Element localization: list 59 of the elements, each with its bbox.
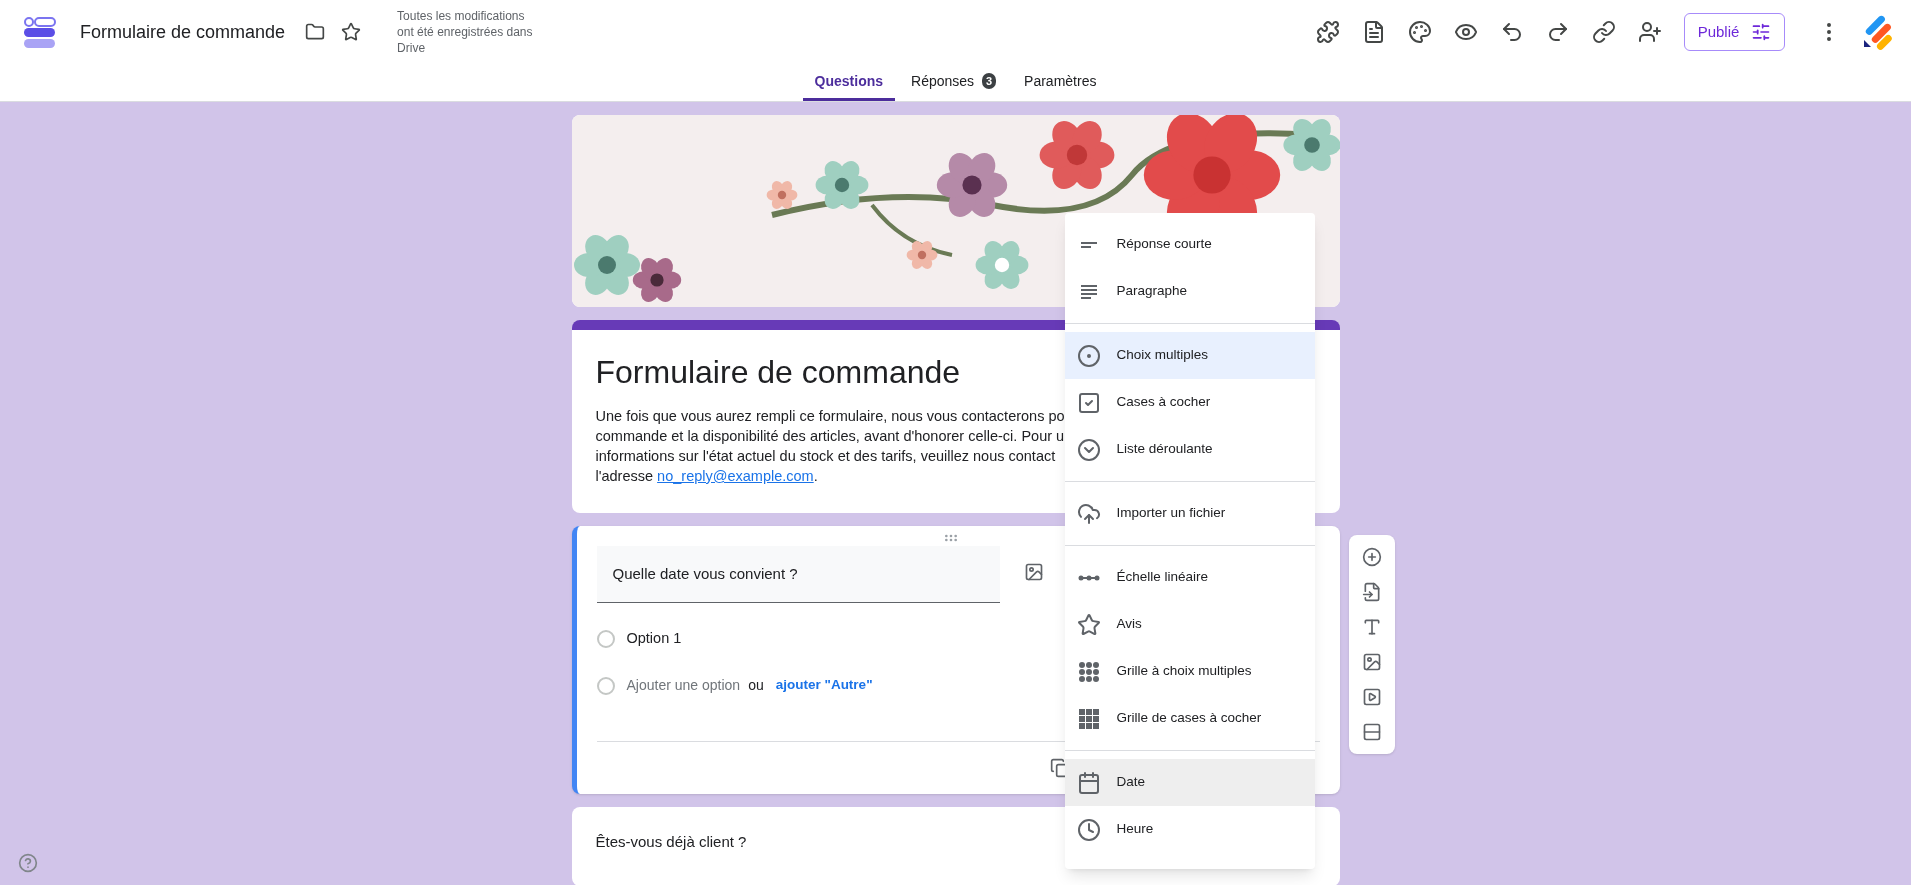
- checkbox-icon: [1076, 390, 1101, 415]
- video-icon[interactable]: [1361, 687, 1382, 707]
- folder-icon[interactable]: [305, 22, 326, 42]
- sliders-icon: [1751, 22, 1772, 42]
- link-icon[interactable]: [1592, 20, 1616, 44]
- menu-item[interactable]: Importer un fichier: [1064, 490, 1315, 537]
- cloud-upload-icon: [1076, 501, 1101, 526]
- menu-item[interactable]: Liste déroulante: [1064, 426, 1315, 473]
- response-count: 3: [982, 73, 997, 89]
- puzzle-icon[interactable]: [1316, 20, 1340, 44]
- description-line: informations sur l'état actuel du stock et des tarifs, veuillez nous contact: [595, 447, 1056, 466]
- square-grid-icon: [1077, 707, 1100, 730]
- tab[interactable]: Questions: [802, 64, 896, 101]
- star-icon: [1076, 612, 1101, 637]
- dot-grid-icon: [1077, 660, 1100, 683]
- linear-scale-icon: [1077, 573, 1100, 582]
- menu-item[interactable]: Choix multiples: [1064, 332, 1315, 379]
- image-icon[interactable]: [1023, 562, 1044, 582]
- short-answer-icon: [1080, 241, 1097, 248]
- publish-button[interactable]: Publié: [1684, 13, 1785, 51]
- menu-item[interactable]: Grille à choix multiples: [1064, 648, 1315, 695]
- document-title[interactable]: Formulaire de commande: [80, 18, 286, 46]
- radio-icon: [1076, 343, 1101, 368]
- question-title-field[interactable]: Quelle date vous convient ?: [596, 546, 1000, 603]
- email-link[interactable]: no_reply@example.com: [657, 468, 814, 484]
- add-option-field[interactable]: Ajouter une option: [626, 675, 741, 696]
- menu-item[interactable]: Échelle linéaire: [1064, 554, 1315, 601]
- radio-button[interactable]: [596, 629, 615, 648]
- star-icon[interactable]: [341, 22, 362, 42]
- save-status: Toutes les modifications ont été enregistrées dans Drive: [397, 8, 534, 56]
- menu-item[interactable]: Avis: [1064, 601, 1315, 648]
- image-icon[interactable]: [1361, 652, 1382, 672]
- menu-item[interactable]: Date: [1064, 759, 1315, 806]
- section-icon[interactable]: [1361, 722, 1382, 742]
- menu-item[interactable]: Grille de cases à cocher: [1064, 695, 1315, 742]
- undo-icon[interactable]: [1500, 20, 1524, 44]
- menu-item[interactable]: Heure: [1064, 806, 1315, 853]
- description-line: l'adresse no_reply@example.com.: [595, 467, 818, 486]
- description-line: Une fois que vous aurez rempli ce formulaire, nous vous contacterons po: [595, 407, 1065, 426]
- menu-item[interactable]: Réponse courte: [1064, 221, 1315, 268]
- palette-icon[interactable]: [1408, 20, 1432, 44]
- clock-icon: [1076, 817, 1101, 842]
- form-title[interactable]: Formulaire de commande: [595, 350, 961, 394]
- tab[interactable]: Réponses 3: [899, 64, 1009, 101]
- redo-icon[interactable]: [1546, 20, 1570, 44]
- add-question-icon[interactable]: [1361, 547, 1382, 567]
- option-label[interactable]: Option 1: [626, 627, 682, 650]
- dropdown-icon: [1076, 437, 1101, 462]
- radio-button: [596, 676, 615, 695]
- menu-item[interactable]: Cases à cocher: [1064, 379, 1315, 426]
- or-label: ou: [748, 676, 764, 695]
- calendar-icon: [1076, 770, 1101, 795]
- paragraph-icon: [1080, 284, 1097, 299]
- menu-item[interactable]: Paragraphe: [1064, 268, 1315, 315]
- description-line: commande et la disponibilité des articles, avant d'honorer celle-ci. Pour u: [595, 427, 1065, 446]
- tab[interactable]: Paramètres: [1012, 64, 1109, 101]
- import-icon[interactable]: [1361, 582, 1382, 602]
- add-person-icon[interactable]: [1638, 20, 1662, 44]
- add-other-link[interactable]: ajouter "Autre": [775, 675, 873, 696]
